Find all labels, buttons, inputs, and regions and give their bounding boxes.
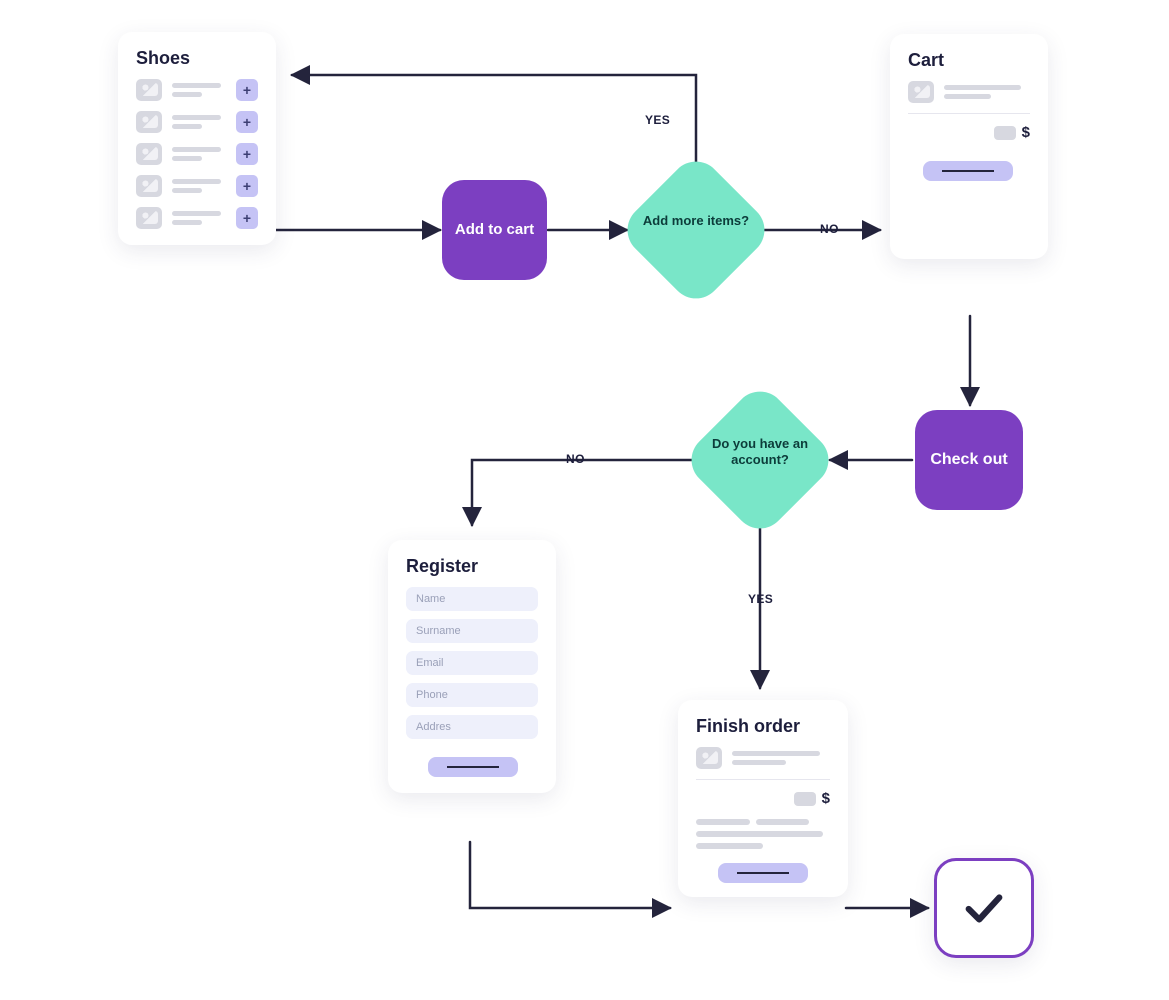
- image-icon: [136, 111, 162, 133]
- finish-order-panel: Finish order $: [678, 700, 848, 897]
- list-item: +: [136, 111, 258, 133]
- price-chip: [994, 126, 1016, 140]
- image-icon: [136, 207, 162, 229]
- currency-symbol: $: [1022, 124, 1030, 141]
- shoes-list: + + + + +: [136, 79, 258, 229]
- list-item: +: [136, 175, 258, 197]
- surname-field[interactable]: Surname: [406, 619, 538, 643]
- yes-label: YES: [748, 592, 773, 606]
- register-panel: Register Name Surname Email Phone Addres: [388, 540, 556, 793]
- add-button[interactable]: +: [236, 207, 258, 229]
- image-icon: [696, 747, 722, 769]
- add-to-cart-action: Add to cart: [442, 180, 547, 280]
- shoes-title: Shoes: [136, 48, 258, 69]
- no-label: NO: [566, 452, 585, 466]
- list-item: +: [136, 207, 258, 229]
- summary-text: [696, 819, 830, 849]
- yes-label: YES: [645, 113, 670, 127]
- check-icon: [961, 885, 1007, 931]
- add-more-label: Add more items?: [636, 213, 756, 229]
- name-field[interactable]: Name: [406, 587, 538, 611]
- have-account-label: Do you have an account?: [700, 436, 820, 469]
- add-button[interactable]: +: [236, 175, 258, 197]
- add-more-decision: [617, 151, 775, 309]
- list-item: +: [136, 79, 258, 101]
- phone-field[interactable]: Phone: [406, 683, 538, 707]
- address-field[interactable]: Addres: [406, 715, 538, 739]
- add-button[interactable]: +: [236, 111, 258, 133]
- price-chip: [794, 792, 816, 806]
- finish-title: Finish order: [696, 716, 830, 737]
- cart-panel: Cart $: [890, 34, 1048, 259]
- image-icon: [136, 79, 162, 101]
- list-item: +: [136, 143, 258, 165]
- cart-title: Cart: [908, 50, 1030, 71]
- no-label: NO: [820, 222, 839, 236]
- register-title: Register: [406, 556, 538, 577]
- success-box: [934, 858, 1034, 958]
- image-icon: [908, 81, 934, 103]
- image-icon: [136, 143, 162, 165]
- finish-cta-button[interactable]: [718, 863, 808, 883]
- checkout-label: Check out: [930, 451, 1007, 469]
- add-button[interactable]: +: [236, 79, 258, 101]
- currency-symbol: $: [822, 790, 830, 807]
- email-field[interactable]: Email: [406, 651, 538, 675]
- add-button[interactable]: +: [236, 143, 258, 165]
- add-to-cart-label: Add to cart: [455, 221, 534, 238]
- shoes-panel: Shoes + + + + +: [118, 32, 276, 245]
- image-icon: [136, 175, 162, 197]
- register-cta-button[interactable]: [428, 757, 518, 777]
- cart-cta-button[interactable]: [923, 161, 1013, 181]
- checkout-action: Check out: [915, 410, 1023, 510]
